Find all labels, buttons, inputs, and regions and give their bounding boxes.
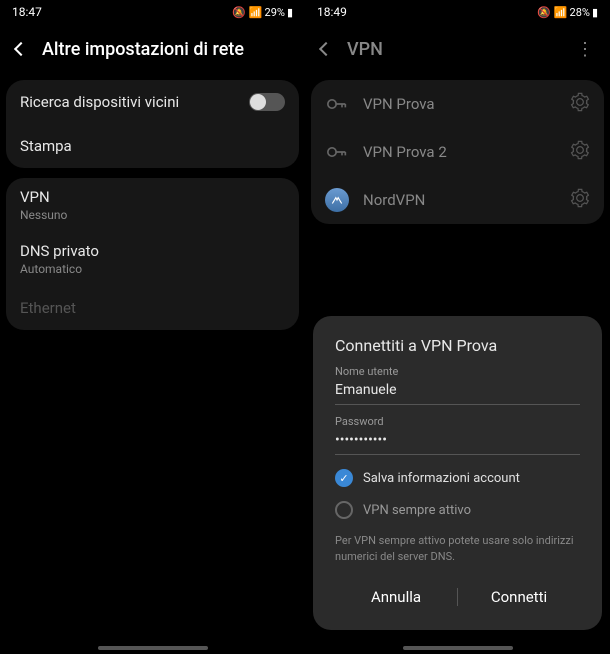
right-screen: 18:49 🔕 📶 28% ▮ VPN ⋮ VPN Prova VPN Prov… [305,0,610,654]
header: VPN ⋮ [305,24,610,74]
status-right: 🔕 📶 28% ▮ [537,6,598,19]
row-label: Stampa [20,137,72,155]
username-label: Nome utente [335,365,580,378]
vpn-item[interactable]: NordVPN [311,176,604,224]
more-icon[interactable]: ⋮ [576,39,594,60]
status-icons: 🔕 📶 [232,6,262,19]
gear-icon[interactable] [570,188,590,212]
row-sublabel: Automatico [20,262,82,276]
cancel-button[interactable]: Annulla [335,580,457,614]
checkbox-checked-icon[interactable]: ✓ [335,469,353,487]
status-right: 🔕 📶 29% ▮ [232,6,293,19]
dialog-hint: Per VPN sempre attivo potete usare solo … [335,533,580,564]
password-label: Password [335,415,580,428]
gear-icon[interactable] [570,140,590,164]
username-field[interactable]: Emanuele [335,378,580,405]
header: Altre impostazioni di rete [0,24,305,74]
row-sublabel: Nessuno [20,208,67,222]
battery-pct: 28% [570,6,590,19]
save-account-row[interactable]: ✓ Salva informazioni account [335,469,580,487]
nav-bar[interactable] [403,646,513,650]
vpn-item[interactable]: VPN Prova [311,80,604,128]
battery-icon: ▮ [592,6,598,19]
key-icon [325,140,349,164]
checkbox-label: Salva informazioni account [363,471,520,486]
section-network: VPN Nessuno DNS privato Automatico Ether… [6,178,299,330]
key-icon [325,92,349,116]
status-time: 18:49 [317,5,347,19]
left-screen: 18:47 🔕 📶 29% ▮ Altre impostazioni di re… [0,0,305,654]
row-vpn[interactable]: VPN Nessuno [6,178,299,232]
row-label: Ricerca dispositivi vicini [20,93,179,111]
row-ethernet: Ethernet [6,286,299,330]
nav-bar[interactable] [98,646,208,650]
nordvpn-icon [325,188,349,212]
toggle-nearby[interactable] [249,93,285,111]
status-icons: 🔕 📶 [537,6,567,19]
vpn-name: VPN Prova 2 [363,143,556,161]
row-label: DNS privato [20,242,99,260]
vpn-name: NordVPN [363,191,556,209]
connect-button[interactable]: Connetti [458,580,580,614]
row-print[interactable]: Stampa [6,124,299,168]
battery-icon: ▮ [287,6,293,19]
status-bar: 18:47 🔕 📶 29% ▮ [0,0,305,24]
back-icon[interactable] [14,42,28,56]
row-dns[interactable]: DNS privato Automatico [6,232,299,286]
page-title: Altre impostazioni di rete [42,39,244,60]
vpn-item[interactable]: VPN Prova 2 [311,128,604,176]
checkbox-label: VPN sempre attivo [363,503,471,518]
row-label: VPN [20,188,50,206]
status-time: 18:47 [12,5,42,19]
dialog-buttons: Annulla Connetti [335,580,580,614]
status-bar: 18:49 🔕 📶 28% ▮ [305,0,610,24]
page-title: VPN [347,39,383,60]
gear-icon[interactable] [570,92,590,116]
battery-pct: 29% [265,6,285,19]
password-field[interactable]: ••••••••••• [335,428,580,455]
vpn-name: VPN Prova [363,95,556,113]
connect-dialog: Connettiti a VPN Prova Nome utente Emanu… [313,316,602,630]
checkbox-unchecked-icon[interactable] [335,501,353,519]
always-on-row[interactable]: VPN sempre attivo [335,501,580,519]
section-general: Ricerca dispositivi vicini Stampa [6,80,299,168]
row-nearby-devices[interactable]: Ricerca dispositivi vicini [6,80,299,124]
vpn-list: VPN Prova VPN Prova 2 NordVPN [311,80,604,224]
dialog-title: Connettiti a VPN Prova [335,336,580,355]
back-icon[interactable] [319,42,333,56]
row-label: Ethernet [20,299,76,317]
